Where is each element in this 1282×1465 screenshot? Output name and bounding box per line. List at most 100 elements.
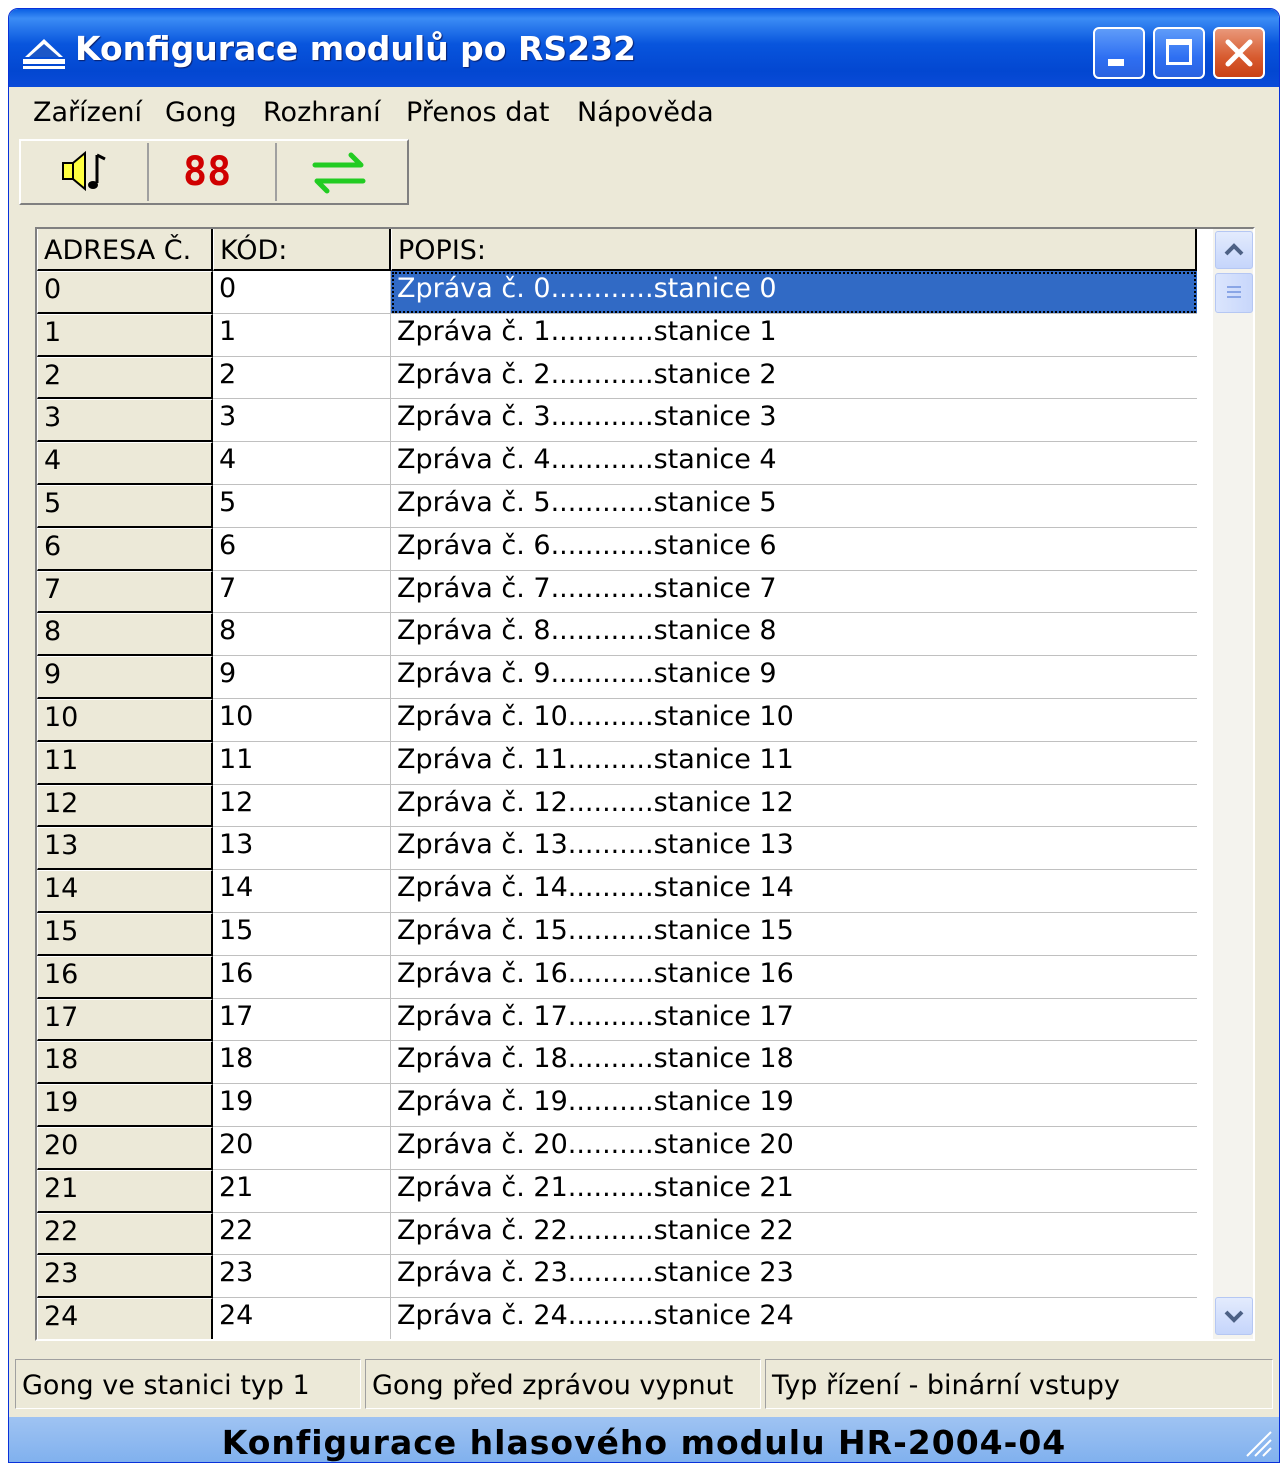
- row-code-cell[interactable]: 24: [213, 1298, 391, 1339]
- row-code-cell[interactable]: 7: [213, 570, 391, 614]
- resize-grip-icon[interactable]: [1241, 1426, 1275, 1460]
- row-description-cell[interactable]: Zpráva č. 15..........stanice 15: [391, 912, 1197, 956]
- table-row[interactable]: 1 1 Zpráva č. 1............stanice 1: [37, 313, 1197, 357]
- vertical-scrollbar[interactable]: [1213, 229, 1253, 1339]
- row-code-cell[interactable]: 11: [213, 741, 391, 785]
- close-button[interactable]: [1213, 27, 1265, 79]
- table-row[interactable]: 16 16 Zpráva č. 16..........stanice 16: [37, 955, 1197, 999]
- header-description[interactable]: POPIS:: [391, 229, 1197, 271]
- menu-zarizeni[interactable]: Zařízení: [33, 97, 142, 128]
- row-address-cell[interactable]: 4: [37, 442, 213, 485]
- row-description-cell[interactable]: Zpráva č. 13..........stanice 13: [391, 827, 1197, 871]
- row-description-cell[interactable]: Zpráva č. 6............stanice 6: [391, 527, 1197, 571]
- row-description-cell[interactable]: Zpráva č. 7............stanice 7: [391, 570, 1197, 614]
- row-code-cell[interactable]: 15: [213, 912, 391, 956]
- row-address-cell[interactable]: 0: [37, 271, 213, 314]
- row-description-cell[interactable]: Zpráva č. 12..........stanice 12: [391, 784, 1197, 828]
- menu-gong[interactable]: Gong: [165, 97, 237, 128]
- row-address-cell[interactable]: 22: [37, 1212, 213, 1256]
- row-description-cell[interactable]: Zpráva č. 3............stanice 3: [391, 399, 1197, 443]
- row-address-cell[interactable]: 12: [37, 784, 213, 828]
- row-code-cell[interactable]: 21: [213, 1169, 391, 1213]
- row-description-cell[interactable]: Zpráva č. 10..........stanice 10: [391, 698, 1197, 742]
- row-address-cell[interactable]: 15: [37, 912, 213, 956]
- row-address-cell[interactable]: 18: [37, 1041, 213, 1085]
- row-address-cell[interactable]: 10: [37, 698, 213, 742]
- row-description-cell[interactable]: Zpráva č. 4............stanice 4: [391, 442, 1197, 485]
- table-row[interactable]: 6 6 Zpráva č. 6............stanice 6: [37, 527, 1197, 571]
- table-row[interactable]: 19 19 Zpráva č. 19..........stanice 19: [37, 1084, 1197, 1127]
- table-row[interactable]: 2 2 Zpráva č. 2............stanice 2: [37, 356, 1197, 400]
- menu-rozhrani[interactable]: Rozhraní: [263, 97, 381, 128]
- table-row[interactable]: 12 12 Zpráva č. 12..........stanice 12: [37, 784, 1197, 828]
- table-row[interactable]: 23 23 Zpráva č. 23..........stanice 23: [37, 1255, 1197, 1299]
- row-description-cell[interactable]: Zpráva č. 18..........stanice 18: [391, 1041, 1197, 1085]
- row-address-cell[interactable]: 14: [37, 870, 213, 913]
- row-code-cell[interactable]: 23: [213, 1255, 391, 1299]
- row-address-cell[interactable]: 24: [37, 1298, 213, 1339]
- scroll-down-button[interactable]: [1215, 1297, 1253, 1335]
- header-code[interactable]: KÓD:: [213, 229, 391, 271]
- row-description-cell[interactable]: Zpráva č. 17..........stanice 17: [391, 998, 1197, 1042]
- row-description-cell[interactable]: Zpráva č. 23..........stanice 23: [391, 1255, 1197, 1299]
- row-description-cell[interactable]: Zpráva č. 2............stanice 2: [391, 356, 1197, 400]
- table-row[interactable]: 15 15 Zpráva č. 15..........stanice 15: [37, 912, 1197, 956]
- header-address[interactable]: ADRESA Č.: [37, 229, 213, 271]
- table-row[interactable]: 7 7 Zpráva č. 7............stanice 7: [37, 570, 1197, 614]
- menu-napoveda[interactable]: Nápověda: [577, 97, 714, 128]
- row-address-cell[interactable]: 16: [37, 955, 213, 999]
- gong-button[interactable]: [23, 143, 149, 201]
- table-row[interactable]: 20 20 Zpráva č. 20..........stanice 20: [37, 1126, 1197, 1170]
- row-code-cell[interactable]: 18: [213, 1041, 391, 1085]
- table-row[interactable]: 22 22 Zpráva č. 22..........stanice 22: [37, 1212, 1197, 1256]
- row-code-cell[interactable]: 4: [213, 442, 391, 485]
- menu-prenos-dat[interactable]: Přenos dat: [406, 97, 549, 128]
- row-address-cell[interactable]: 17: [37, 998, 213, 1042]
- display-button[interactable]: 88: [151, 143, 277, 201]
- row-code-cell[interactable]: 20: [213, 1126, 391, 1170]
- table-row[interactable]: 18 18 Zpráva č. 18..........stanice 18: [37, 1041, 1197, 1085]
- scroll-thumb[interactable]: [1215, 273, 1253, 313]
- row-code-cell[interactable]: 12: [213, 784, 391, 828]
- row-address-cell[interactable]: 5: [37, 484, 213, 528]
- table-row[interactable]: 11 11 Zpráva č. 11..........stanice 11: [37, 741, 1197, 785]
- row-address-cell[interactable]: 21: [37, 1169, 213, 1213]
- row-description-cell[interactable]: Zpráva č. 24..........stanice 24: [391, 1298, 1197, 1339]
- row-code-cell[interactable]: 19: [213, 1084, 391, 1127]
- minimize-button[interactable]: [1093, 27, 1145, 79]
- row-address-cell[interactable]: 3: [37, 399, 213, 443]
- row-description-cell[interactable]: Zpráva č. 21..........stanice 21: [391, 1169, 1197, 1213]
- table-row[interactable]: 14 14 Zpráva č. 14..........stanice 14: [37, 870, 1197, 913]
- row-description-cell[interactable]: Zpráva č. 16..........stanice 16: [391, 955, 1197, 999]
- row-code-cell[interactable]: 1: [213, 313, 391, 357]
- row-description-cell[interactable]: Zpráva č. 22..........stanice 22: [391, 1212, 1197, 1256]
- row-code-cell[interactable]: 5: [213, 484, 391, 528]
- table-row[interactable]: 17 17 Zpráva č. 17..........stanice 17: [37, 998, 1197, 1042]
- table-row[interactable]: 21 21 Zpráva č. 21..........stanice 21: [37, 1169, 1197, 1213]
- row-description-cell[interactable]: Zpráva č. 14..........stanice 14: [391, 870, 1197, 913]
- row-code-cell[interactable]: 13: [213, 827, 391, 871]
- row-address-cell[interactable]: 11: [37, 741, 213, 785]
- row-address-cell[interactable]: 19: [37, 1084, 213, 1127]
- row-address-cell[interactable]: 20: [37, 1126, 213, 1170]
- row-code-cell[interactable]: 16: [213, 955, 391, 999]
- table-row[interactable]: 5 5 Zpráva č. 5............stanice 5: [37, 484, 1197, 528]
- row-description-cell[interactable]: Zpráva č. 9............stanice 9: [391, 656, 1197, 699]
- row-address-cell[interactable]: 23: [37, 1255, 213, 1299]
- row-code-cell[interactable]: 0: [213, 271, 391, 314]
- scroll-up-button[interactable]: [1215, 231, 1253, 269]
- table-row[interactable]: 4 4 Zpráva č. 4............stanice 4: [37, 442, 1197, 485]
- message-grid[interactable]: ADRESA Č. KÓD: POPIS: 0 0 Zpráva č. 0.....…: [35, 227, 1255, 1341]
- row-address-cell[interactable]: 2: [37, 356, 213, 400]
- row-description-cell[interactable]: Zpráva č. 20..........stanice 20: [391, 1126, 1197, 1170]
- table-row[interactable]: 13 13 Zpráva č. 13..........stanice 13: [37, 827, 1197, 871]
- table-row[interactable]: 10 10 Zpráva č. 10..........stanice 10: [37, 698, 1197, 742]
- row-description-cell[interactable]: Zpráva č. 19..........stanice 19: [391, 1084, 1197, 1127]
- row-code-cell[interactable]: 22: [213, 1212, 391, 1256]
- row-code-cell[interactable]: 6: [213, 527, 391, 571]
- row-code-cell[interactable]: 3: [213, 399, 391, 443]
- row-address-cell[interactable]: 1: [37, 313, 213, 357]
- row-code-cell[interactable]: 14: [213, 870, 391, 913]
- row-description-cell[interactable]: Zpráva č. 1............stanice 1: [391, 313, 1197, 357]
- row-address-cell[interactable]: 7: [37, 570, 213, 614]
